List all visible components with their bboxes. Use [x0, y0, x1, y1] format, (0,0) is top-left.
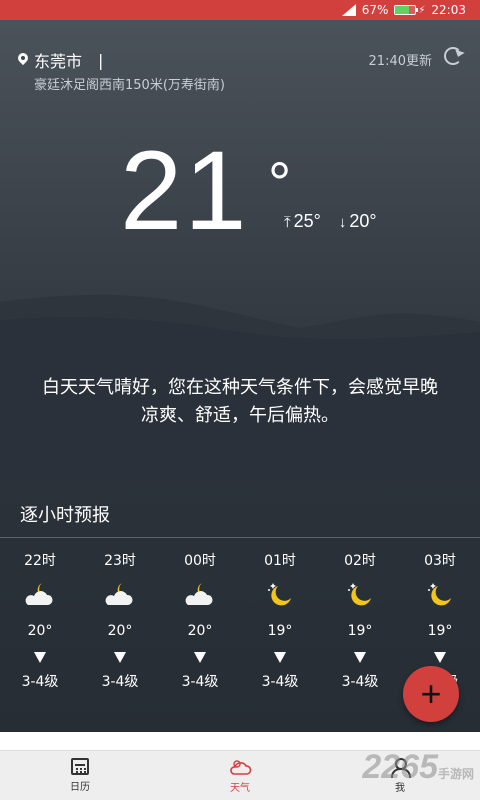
battery-icon	[394, 5, 419, 15]
battery-percent: 67%	[361, 3, 389, 17]
location-row[interactable]: 东莞市 |	[18, 48, 103, 72]
weather-description: 白天天气晴好，您在这种天气条件下，会感觉早晚凉爽、舒适，午后偏热。	[42, 377, 438, 426]
tab-weather[interactable]: 天气	[160, 751, 320, 800]
hour-item: 22时 20° 3-4级	[0, 548, 80, 696]
wind-direction-icon	[434, 646, 446, 668]
refresh-icon[interactable]	[444, 47, 462, 65]
address-text: 豪廷沐足阁西南150米(万寿街南)	[34, 78, 225, 93]
high-low-temps: ⤒ 25° ↓ 20°	[284, 211, 377, 232]
hour-temp: 19°	[267, 623, 293, 639]
wind-direction-icon	[34, 646, 46, 668]
tab-label: 天气	[230, 782, 250, 794]
hour-time: 03时	[424, 553, 456, 569]
hour-temp: 20°	[107, 623, 133, 639]
hour-wind: 3-4级	[261, 674, 299, 690]
high-temp: ⤒ 25°	[284, 211, 321, 231]
status-time: 22:03	[431, 3, 466, 17]
calendar-icon	[71, 758, 89, 775]
hour-wind: 3-4级	[181, 674, 219, 690]
tab-calendar[interactable]: 日历	[0, 751, 160, 800]
hour-item: 01时 19° 3-4级	[240, 548, 320, 696]
tab-label: 日历	[70, 782, 90, 793]
hour-temp: 20°	[187, 623, 213, 639]
location-pin-icon	[18, 53, 28, 67]
hour-item: 23时 20° 3-4级	[80, 548, 160, 696]
hour-wind: 3-4级	[341, 674, 379, 690]
low-temp: ↓ 20°	[338, 211, 377, 231]
hour-time: 23时	[104, 553, 136, 569]
hour-time: 00时	[184, 553, 216, 569]
cloudy-night-icon	[102, 574, 138, 614]
hour-temp: 20°	[27, 623, 53, 639]
wind-direction-icon	[354, 646, 366, 668]
update-time: 21:40更新	[368, 54, 432, 69]
charging-icon: ⚡	[418, 4, 426, 16]
add-button[interactable]: +	[403, 666, 459, 722]
wind-direction-icon	[274, 646, 286, 668]
degree-symbol: °	[268, 151, 292, 216]
text-cursor: |	[98, 50, 104, 70]
divider	[0, 537, 480, 538]
signal-icon	[341, 4, 356, 16]
hour-item: 00时 20° 3-4级	[160, 548, 240, 696]
wind-direction-icon	[114, 646, 126, 668]
current-temperature: 21	[120, 128, 249, 253]
hour-time: 02时	[344, 553, 376, 569]
cloudy-night-icon	[182, 574, 218, 614]
hour-temp: 19°	[347, 623, 373, 639]
hourly-forecast-title: 逐小时预报	[20, 505, 110, 526]
hourly-forecast-list[interactable]: 22时 20° 3-4级 23时 20° 3-4级 00时 20° 3-4级 0…	[0, 548, 480, 696]
hour-wind: 3-4级	[101, 674, 139, 690]
hour-temp: 19°	[427, 623, 453, 639]
city-name: 东莞市	[34, 52, 83, 71]
clear-night-icon	[425, 574, 455, 614]
hour-time: 01时	[264, 553, 296, 569]
clear-night-icon	[345, 574, 375, 614]
arrow-down-icon: ↓	[338, 214, 347, 231]
hour-item: 02时 19° 3-4级	[320, 548, 400, 696]
cloudy-night-icon	[22, 574, 58, 614]
clear-night-icon	[265, 574, 295, 614]
watermark-logo: 2265手游网	[362, 748, 474, 786]
weather-icon	[230, 759, 252, 775]
hour-wind: 3-4级	[21, 674, 59, 690]
hour-time: 22时	[24, 553, 56, 569]
wind-direction-icon	[194, 646, 206, 668]
status-bar: 67% ⚡ 22:03	[0, 0, 480, 20]
arrow-up-icon: ⤒	[284, 214, 291, 231]
